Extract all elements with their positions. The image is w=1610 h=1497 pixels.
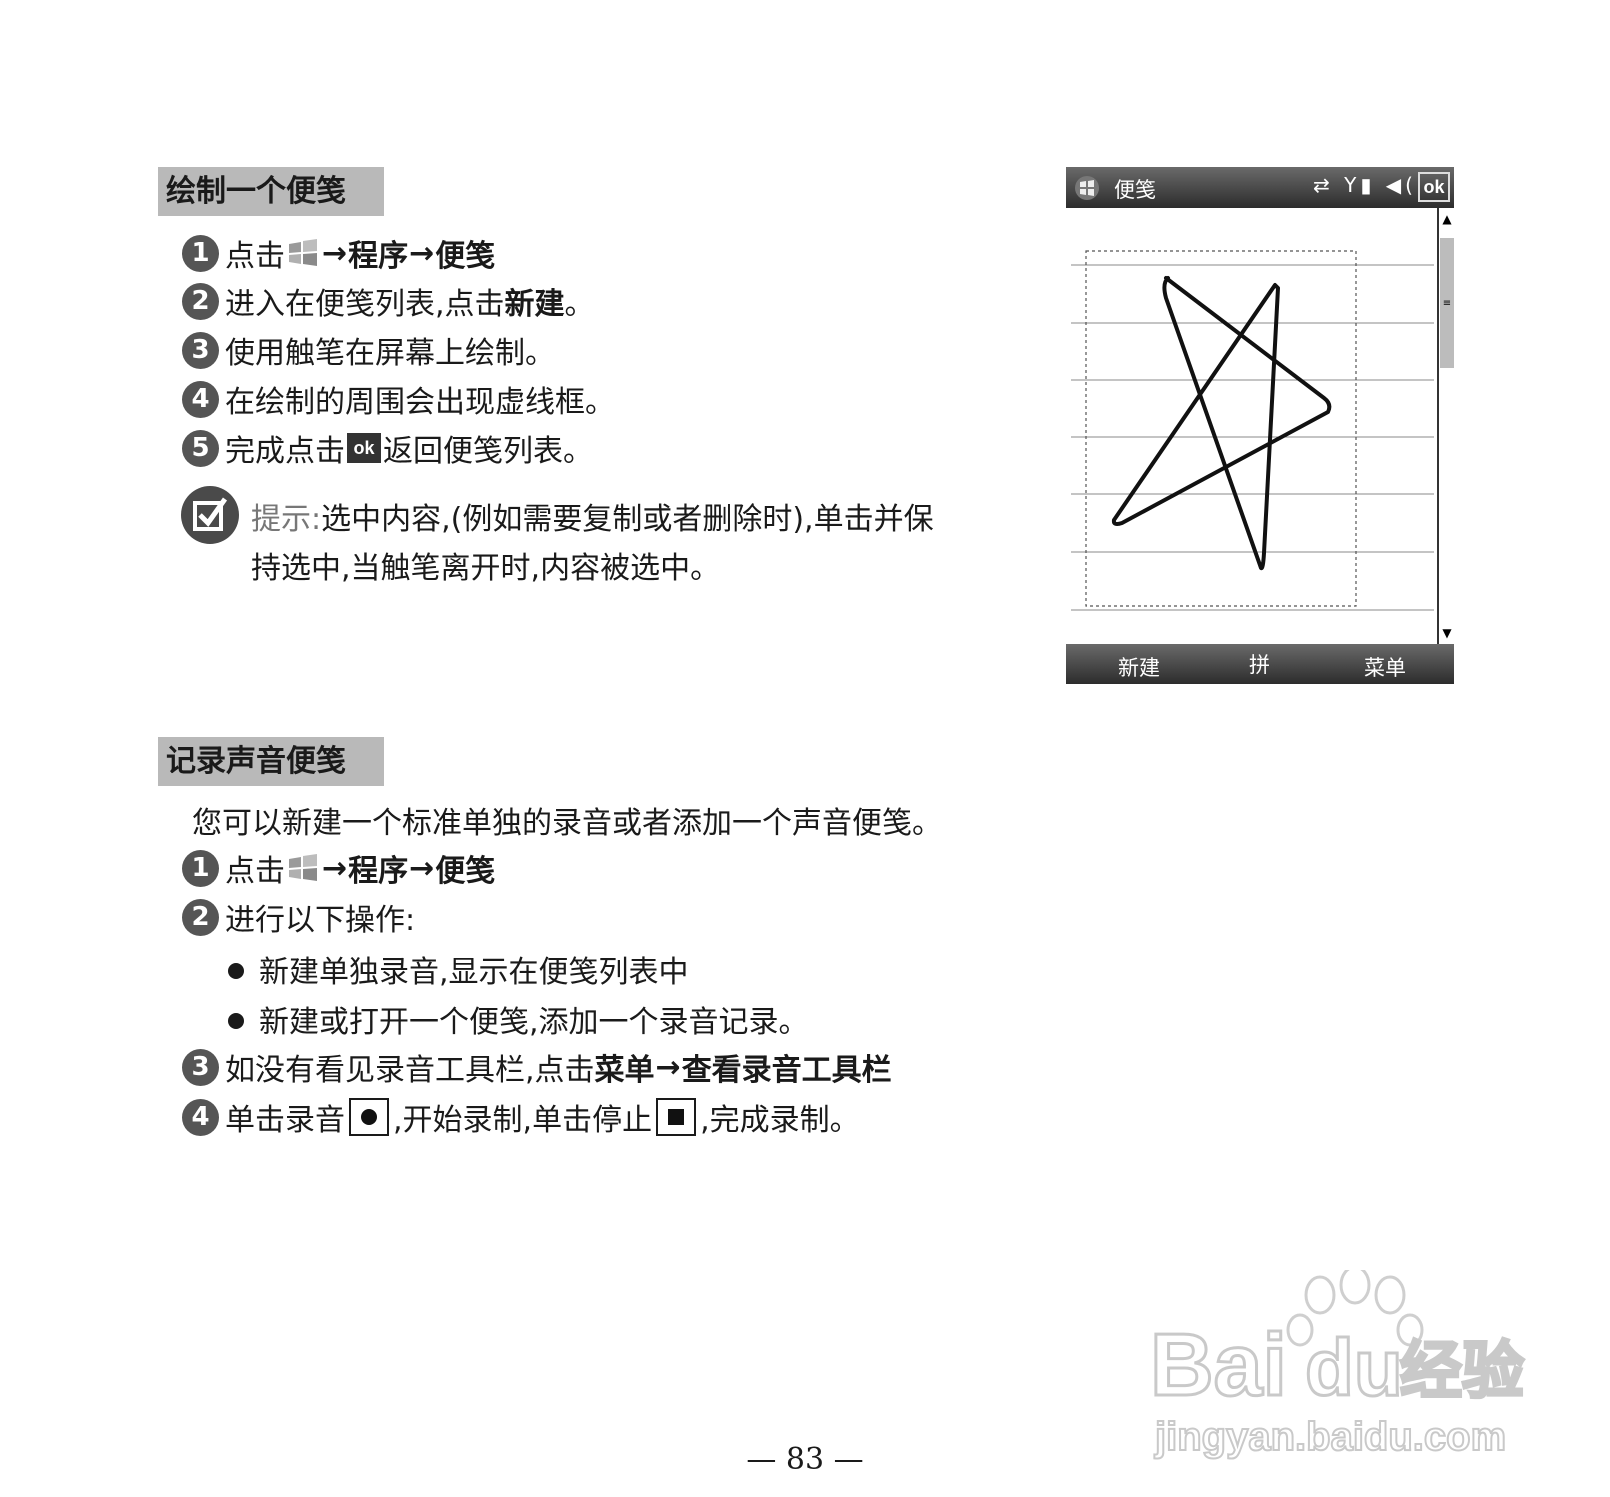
step-text: 在绘制的周围会出现虚线框。 xyxy=(225,385,615,420)
windows-start-icon xyxy=(289,854,317,881)
ok-button[interactable]: ok xyxy=(1418,172,1450,202)
bullet-item-1: 新建单独录音,显示在便笺列表中 xyxy=(259,955,689,990)
step-1-open-notes: 1 点击 → 程序 → 便笺 xyxy=(182,233,496,274)
drawing-canvas[interactable] xyxy=(1066,208,1437,644)
arrow-icon: → xyxy=(409,235,435,271)
step-text: 单击录音 xyxy=(225,1103,345,1138)
tip-text: 选中内容,(例如需要复制或者删除时),单击并保 xyxy=(321,502,934,537)
step-text: 完成点击 xyxy=(225,434,345,469)
softkey-menu[interactable]: 菜单 xyxy=(1364,652,1406,682)
section-heading-draw-note: 绘制一个便笺 xyxy=(158,167,384,216)
step-text: 如没有看见录音工具栏,点击 xyxy=(225,1053,595,1088)
ok-button-icon: ok xyxy=(347,433,381,463)
step-text: 进入在便笺列表,点击 xyxy=(225,287,505,322)
step-text: 点击 xyxy=(225,239,285,274)
windows-start-icon xyxy=(1075,176,1099,200)
stop-button-icon xyxy=(656,1098,697,1136)
baidu-jingyan-watermark: Bai du 经验 jingyan.baidu.com xyxy=(1149,1265,1530,1474)
tip-label: 提示: xyxy=(251,502,322,537)
menu-path-view-recording-toolbar: 查看录音工具栏 xyxy=(681,1053,892,1088)
step-5-finish: 5 完成点击 ok 返回便笺列表。 xyxy=(182,428,593,469)
windows-start-icon xyxy=(289,239,317,266)
step-number: 2 xyxy=(182,282,219,320)
svg-text:Bai: Bai xyxy=(1150,1315,1287,1414)
new-keyword: 新建 xyxy=(504,287,565,322)
tip-line-2: 持选中,当触笔离开时,内容被选中。 xyxy=(251,551,721,586)
svg-text:jingyan.baidu.com: jingyan.baidu.com xyxy=(1154,1415,1506,1459)
status-icons: ⇄ Y▮ ◀( xyxy=(1313,173,1417,197)
step-text-end: 返回便笺列表。 xyxy=(383,434,593,469)
soft-key-bar: 新建 拼 菜单 xyxy=(1066,644,1454,684)
step-text: 进行以下操作: xyxy=(225,903,416,938)
step-number: 3 xyxy=(182,1048,219,1086)
svg-text:du: du xyxy=(1305,1323,1403,1412)
step-text-end: ,完成录制。 xyxy=(700,1103,860,1138)
section2-intro: 您可以新建一个标准单独的录音或者添加一个声音便笺。 xyxy=(192,806,942,841)
app-title: 便笺 xyxy=(1114,178,1156,202)
step-number: 4 xyxy=(182,380,219,418)
arrow-icon: → xyxy=(409,850,435,886)
tip-line-1: 提示:选中内容,(例如需要复制或者删除时),单击并保 xyxy=(251,494,934,538)
menu-path-notes: 便笺 xyxy=(435,239,496,274)
softkey-new[interactable]: 新建 xyxy=(1118,652,1160,682)
title-bar: 便笺 ⇄ Y▮ ◀( ok xyxy=(1066,167,1454,208)
menu-path-notes: 便笺 xyxy=(435,854,496,889)
step-4-dashed-box: 4 在绘制的周围会出现虚线框。 xyxy=(182,379,615,420)
step-number: 3 xyxy=(182,331,219,369)
step-2-operations: 2 进行以下操作: xyxy=(182,897,416,938)
step-text-end: 。 xyxy=(564,287,595,322)
step-3-draw: 3 使用触笔在屏幕上绘制。 xyxy=(182,330,555,371)
scroll-down-icon[interactable]: ▼ xyxy=(1440,624,1454,642)
grip-icon: ≡ xyxy=(1442,298,1452,309)
menu-path-programs: 程序 xyxy=(348,854,409,889)
step-4-record: 4 单击录音 ,开始录制,单击停止 ,完成录制。 xyxy=(182,1097,860,1138)
step-number: 1 xyxy=(182,849,219,887)
bullet-dot xyxy=(228,1013,244,1029)
scroll-up-icon[interactable]: ▲ xyxy=(1440,210,1454,228)
step-number: 1 xyxy=(182,234,219,272)
section-heading-voice-note: 记录声音便笺 xyxy=(158,737,384,786)
step-2-new-note: 2 进入在便笺列表,点击 新建 。 xyxy=(182,281,595,322)
arrow-icon: → xyxy=(655,1049,681,1085)
device-screenshot: 便笺 ⇄ Y▮ ◀( ok ▲ ≡ ▼ 新建 拼 菜单 xyxy=(1066,167,1454,684)
bullet-item-2: 新建或打开一个便笺,添加一个录音记录。 xyxy=(259,1005,809,1040)
bullet-dot xyxy=(228,963,244,979)
menu-path-programs: 程序 xyxy=(348,239,409,274)
svg-text:经验: 经验 xyxy=(1400,1334,1524,1407)
vertical-scrollbar[interactable]: ▲ ≡ ▼ xyxy=(1437,208,1454,644)
step-text: 点击 xyxy=(225,854,285,889)
softkey-input-pinyin[interactable]: 拼 xyxy=(1249,649,1270,679)
step-3-show-toolbar: 3 如没有看见录音工具栏,点击 菜单 → 查看录音工具栏 xyxy=(182,1047,892,1088)
step-number: 4 xyxy=(182,1098,219,1136)
record-button-icon xyxy=(349,1098,389,1136)
step-text: 使用触笔在屏幕上绘制。 xyxy=(225,336,555,371)
step-text-mid: ,开始录制,单击停止 xyxy=(393,1103,653,1138)
step-number: 5 xyxy=(182,429,219,467)
arrow-icon: → xyxy=(322,235,348,271)
arrow-icon: → xyxy=(322,850,348,886)
checkbox-tip-icon xyxy=(181,486,239,544)
step-number: 2 xyxy=(182,898,219,936)
star-drawing xyxy=(1111,276,1332,571)
step-1-open-notes: 1 点击 → 程序 → 便笺 xyxy=(182,848,496,889)
menu-path-menu: 菜单 xyxy=(594,1053,655,1088)
